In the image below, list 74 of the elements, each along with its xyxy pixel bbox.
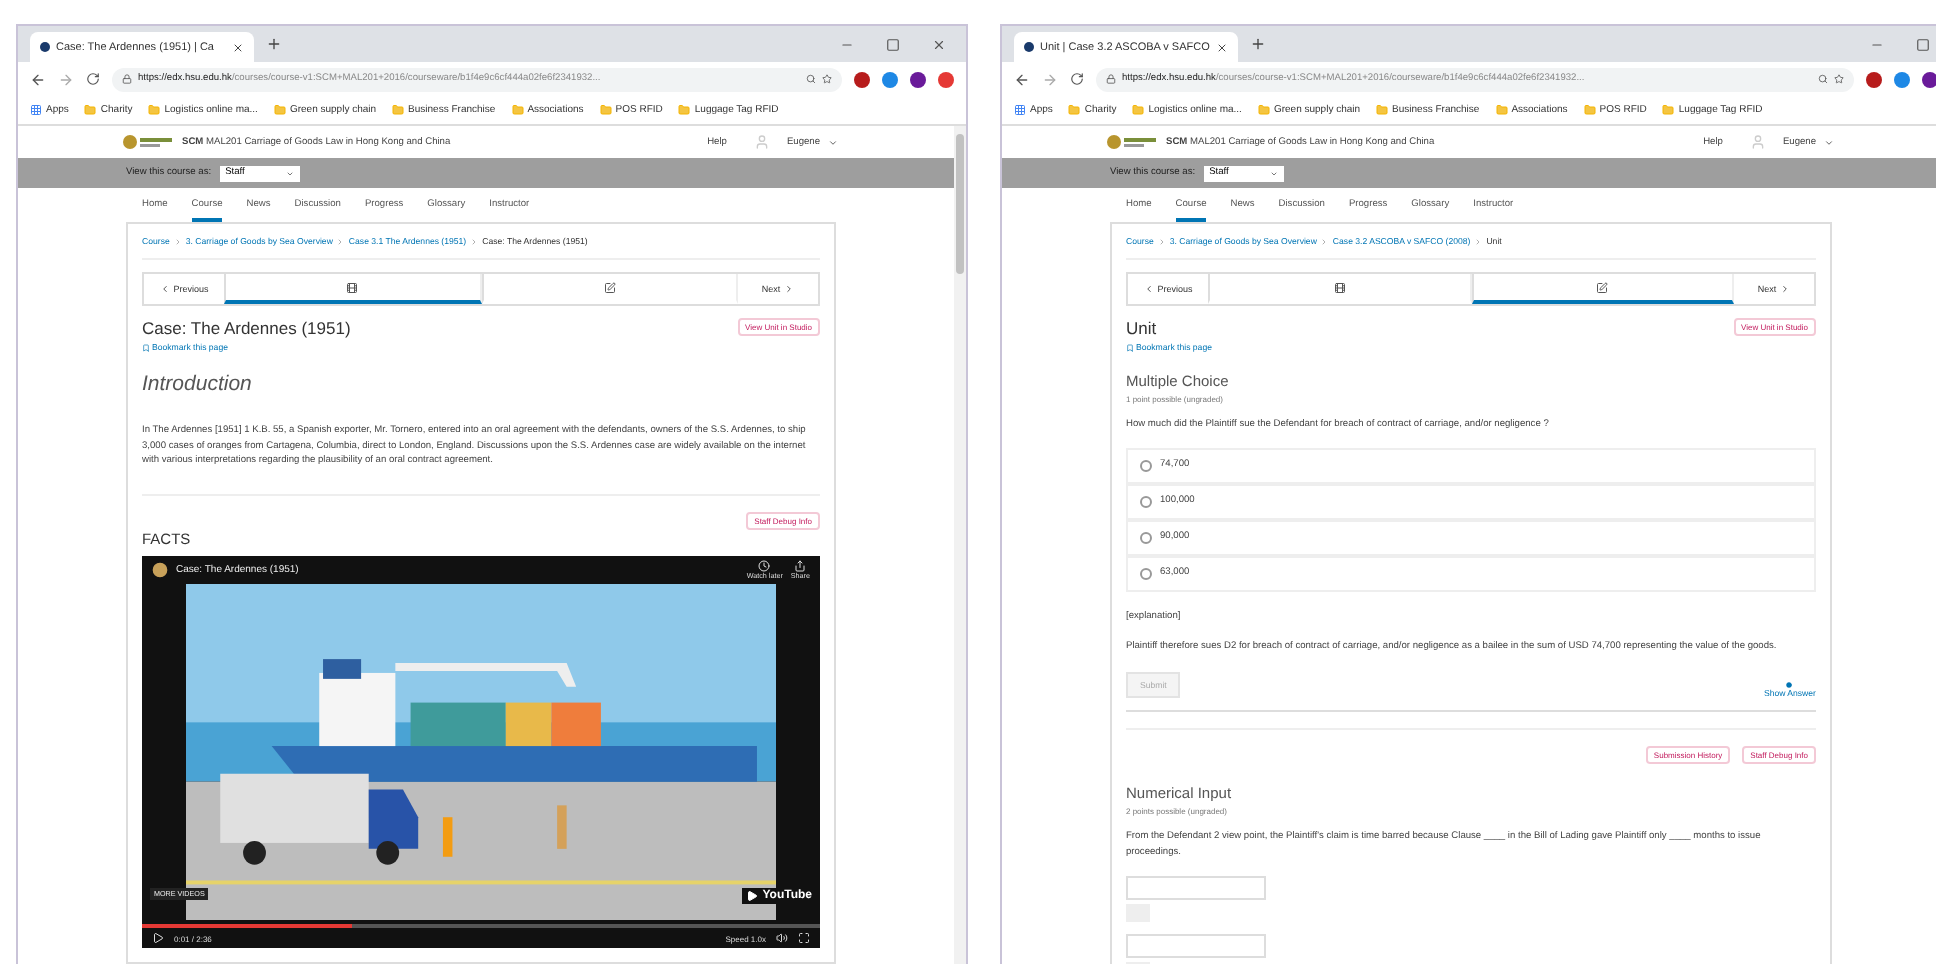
reload-icon[interactable] xyxy=(86,72,100,86)
extension-icon[interactable] xyxy=(1866,71,1882,87)
section-heading: Introduction xyxy=(142,372,254,396)
maximize-icon[interactable] xyxy=(886,37,900,51)
caret-icon[interactable] xyxy=(828,137,838,147)
folder-icon xyxy=(1583,104,1596,116)
unit-tab[interactable] xyxy=(1471,274,1734,304)
folder-icon xyxy=(273,104,286,116)
back-icon[interactable] xyxy=(1014,71,1030,87)
grid-icon xyxy=(1014,104,1026,116)
grid-icon xyxy=(30,104,42,116)
dot-icon xyxy=(1786,682,1793,689)
progress-bar[interactable] xyxy=(142,924,820,929)
answer-field[interactable] xyxy=(1126,934,1266,959)
volume-icon[interactable] xyxy=(776,932,788,945)
scrollbar[interactable] xyxy=(954,126,966,964)
forward-icon[interactable] xyxy=(58,71,74,87)
forward-icon[interactable] xyxy=(1042,71,1058,87)
pencil-square-icon xyxy=(603,281,616,293)
share-icon xyxy=(794,560,807,573)
reload-icon[interactable] xyxy=(1070,72,1084,86)
search-icon[interactable] xyxy=(806,74,816,84)
caret-icon[interactable] xyxy=(1824,137,1834,147)
bookmark-icon xyxy=(1126,343,1134,351)
new-tab-icon[interactable] xyxy=(266,36,282,52)
search-icon[interactable] xyxy=(1818,74,1828,84)
folder-icon xyxy=(1132,104,1145,116)
chevron-left-icon xyxy=(159,284,170,294)
lock-icon xyxy=(122,74,132,84)
folder-icon xyxy=(148,104,161,116)
back-icon[interactable] xyxy=(30,71,46,87)
extension-icon[interactable] xyxy=(854,71,870,87)
unit-title: Unit xyxy=(1126,318,1159,338)
favicon-icon xyxy=(40,42,50,52)
answer-field[interactable] xyxy=(1126,876,1266,901)
film-icon xyxy=(346,281,359,293)
channel-icon xyxy=(152,562,168,579)
folder-icon xyxy=(392,104,405,116)
close-icon[interactable] xyxy=(932,37,946,51)
extension-icon[interactable] xyxy=(1922,71,1936,87)
star-icon[interactable] xyxy=(822,74,832,84)
folder-icon xyxy=(678,104,691,116)
unit-tab[interactable] xyxy=(224,274,481,304)
avatar-icon xyxy=(754,134,771,150)
folder-icon xyxy=(599,104,612,116)
folder-icon xyxy=(1257,104,1270,116)
clock-icon xyxy=(758,560,771,573)
logo-icon xyxy=(122,134,174,150)
folder-icon xyxy=(1376,104,1389,116)
extension-icon[interactable] xyxy=(910,71,926,87)
film-icon xyxy=(1333,281,1346,293)
favicon-icon xyxy=(1024,42,1034,52)
chevron-left-icon xyxy=(1143,284,1154,294)
extension-icon[interactable] xyxy=(938,71,954,87)
logo-icon xyxy=(1106,134,1158,150)
new-tab-icon[interactable] xyxy=(1250,36,1266,52)
lock-icon xyxy=(1106,74,1116,84)
pencil-square-icon xyxy=(1596,281,1609,293)
maximize-icon[interactable] xyxy=(1916,37,1930,51)
unit-title: Case: The Ardennes (1951) xyxy=(142,318,351,338)
folder-icon xyxy=(1068,104,1081,116)
close-icon[interactable] xyxy=(232,41,244,53)
folder-icon xyxy=(1662,104,1675,116)
play-icon xyxy=(746,890,759,903)
chevron-right-icon xyxy=(1780,284,1791,294)
folder-icon xyxy=(1495,104,1508,116)
close-icon[interactable] xyxy=(1216,41,1228,53)
bookmark-icon xyxy=(142,343,150,351)
folder-icon xyxy=(511,104,524,116)
avatar-icon xyxy=(1750,134,1767,150)
folder-icon xyxy=(84,104,97,116)
star-icon[interactable] xyxy=(1834,74,1844,84)
chevron-right-icon xyxy=(784,284,795,294)
play-icon[interactable] xyxy=(152,932,164,945)
